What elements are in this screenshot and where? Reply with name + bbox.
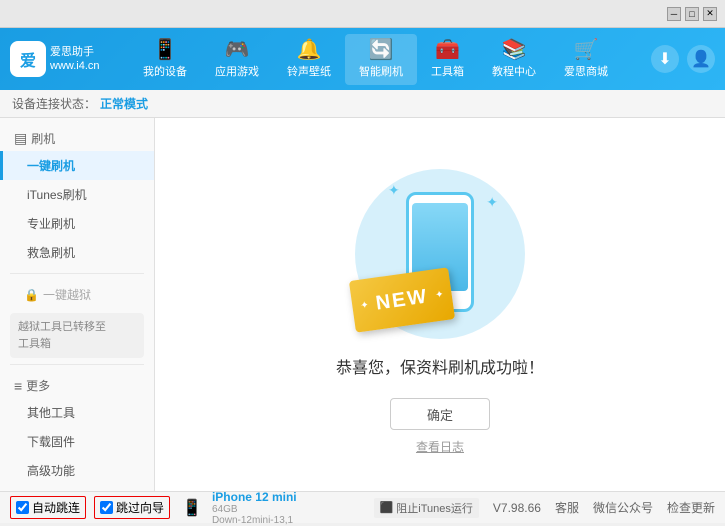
lock-icon: 🔒 (24, 288, 39, 302)
sidebar-item-other-tools[interactable]: 其他工具 (0, 398, 154, 427)
sidebar-item-one-key-flash[interactable]: 一键刷机 (0, 151, 154, 180)
app-games-icon: 🎮 (225, 40, 250, 60)
sidebar-item-advanced[interactable]: 高级功能 (0, 456, 154, 485)
ribbon-star-right: ✦ (435, 289, 445, 301)
auto-connect-checkbox[interactable]: 自动跳连 (10, 496, 86, 519)
statusbar-value: 正常模式 (100, 95, 148, 112)
sidebar-divider-2 (10, 364, 144, 365)
my-device-icon: 📱 (153, 40, 178, 60)
sparkle-2: ✦ (486, 194, 498, 211)
smart-flash-icon: 🔄 (369, 40, 394, 60)
section-flash-title: ▤ 刷机 (0, 124, 154, 151)
nav-ringtones[interactable]: 🔔 铃声壁纸 (273, 34, 345, 85)
ribbon-star-left: ✦ (360, 299, 370, 311)
minimize-button[interactable]: ─ (667, 7, 681, 21)
nav-tutorial[interactable]: 📚 教程中心 (478, 34, 550, 85)
maximize-button[interactable]: □ (685, 7, 699, 21)
bottombar-left: 自动跳连 跳过向导 📱 iPhone 12 mini 64GB Down-12m… (10, 490, 297, 526)
nav-my-device[interactable]: 📱 我的设备 (129, 34, 201, 85)
user-button[interactable]: 👤 (687, 45, 715, 73)
new-badge-wrap: ✦ NEW ✦ (352, 274, 452, 326)
flash-section-icon: ▤ (14, 130, 27, 147)
success-illustration: ✦ ✦ ✦ ✦ NEW ✦ (340, 154, 540, 354)
sidebar-divider-1 (10, 273, 144, 274)
customer-service-link[interactable]: 客服 (555, 499, 579, 516)
sidebar: ▤ 刷机 一键刷机 iTunes刷机 专业刷机 救急刷机 🔒 一键越狱 越狱工具… (0, 118, 155, 491)
check-update-link[interactable]: 检查更新 (667, 499, 715, 516)
confirm-button[interactable]: 确定 (390, 398, 490, 430)
more-section-icon: ≡ (14, 378, 22, 394)
itunes-status-dot: ⬛ (380, 501, 394, 514)
jailbreak-notice: 越狱工具已转移至 工具箱 (10, 313, 144, 358)
device-name: iPhone 12 mini (212, 490, 297, 504)
mall-icon: 🛒 (574, 40, 599, 60)
new-badge-text: NEW (374, 285, 429, 315)
sidebar-item-jailbreak-disabled: 🔒 一键越狱 (0, 280, 154, 309)
nav-mall[interactable]: 🛒 爱思商城 (550, 34, 622, 85)
skip-wizard-checkbox[interactable]: 跳过向导 (94, 496, 170, 519)
logo-icon: 爱 (10, 41, 46, 77)
device-info: iPhone 12 mini 64GB Down-12mini-13,1 (212, 490, 297, 526)
download-button[interactable]: ⬇ (651, 45, 679, 73)
ringtones-icon: 🔔 (297, 40, 322, 60)
section-more-title: ≡ 更多 (0, 371, 154, 398)
auto-connect-label: 自动跳连 (32, 499, 80, 516)
view-log-link[interactable]: 查看日志 (416, 438, 464, 455)
auto-connect-input[interactable] (16, 501, 29, 514)
statusbar: 设备连接状态： 正常模式 (0, 90, 725, 118)
sparkle-1: ✦ (388, 182, 400, 199)
device-info-wrap: 📱 iPhone 12 mini 64GB Down-12mini-13,1 (182, 490, 297, 526)
nav-app-games[interactable]: 🎮 应用游戏 (201, 34, 273, 85)
nav-bar: 📱 我的设备 🎮 应用游戏 🔔 铃声壁纸 🔄 智能刷机 🧰 工具箱 📚 教程中心… (100, 34, 651, 85)
device-storage: 64GB (212, 504, 297, 515)
bottombar-right: ⬛ 阻止iTunes运行 V7.98.66 客服 微信公众号 检查更新 (374, 498, 715, 518)
bottombar: 自动跳连 跳过向导 📱 iPhone 12 mini 64GB Down-12m… (0, 491, 725, 523)
main-layout: ▤ 刷机 一键刷机 iTunes刷机 专业刷机 救急刷机 🔒 一键越狱 越狱工具… (0, 118, 725, 491)
toolbox-icon: 🧰 (435, 40, 460, 60)
success-title: 恭喜您，保资料刷机成功啦！ (336, 354, 544, 378)
close-button[interactable]: ✕ (703, 7, 717, 21)
device-model: Down-12mini-13,1 (212, 515, 297, 526)
logo-area: 爱 爱思助手 www.i4.cn (10, 41, 100, 77)
tutorial-icon: 📚 (502, 40, 527, 60)
header: 爱 爱思助手 www.i4.cn 📱 我的设备 🎮 应用游戏 🔔 铃声壁纸 🔄 … (0, 28, 725, 90)
nav-toolbox[interactable]: 🧰 工具箱 (417, 34, 478, 85)
sidebar-item-pro-flash[interactable]: 专业刷机 (0, 209, 154, 238)
sidebar-item-itunes-flash[interactable]: iTunes刷机 (0, 180, 154, 209)
sidebar-item-save-flash[interactable]: 救急刷机 (0, 238, 154, 267)
statusbar-label: 设备连接状态： (12, 95, 96, 112)
itunes-status: ⬛ 阻止iTunes运行 (374, 498, 479, 518)
skip-wizard-input[interactable] (100, 501, 113, 514)
sidebar-item-download-fw[interactable]: 下载固件 (0, 427, 154, 456)
device-phone-icon: 📱 (182, 498, 202, 518)
version-label: V7.98.66 (493, 501, 541, 515)
logo-text: 爱思助手 www.i4.cn (50, 45, 100, 74)
header-right: ⬇ 👤 (651, 45, 715, 73)
skip-wizard-label: 跳过向导 (116, 499, 164, 516)
itunes-status-label: 阻止iTunes运行 (396, 500, 473, 516)
new-badge-ribbon: ✦ NEW ✦ (349, 267, 455, 332)
main-content: ✦ ✦ ✦ ✦ NEW ✦ 恭喜您，保资料刷机成功啦！ 确定 查看日志 (155, 118, 725, 491)
titlebar-buttons: ─ □ ✕ (667, 7, 717, 21)
titlebar: ─ □ ✕ (0, 0, 725, 28)
nav-smart-flash[interactable]: 🔄 智能刷机 (345, 34, 417, 85)
wechat-link[interactable]: 微信公众号 (593, 499, 653, 516)
